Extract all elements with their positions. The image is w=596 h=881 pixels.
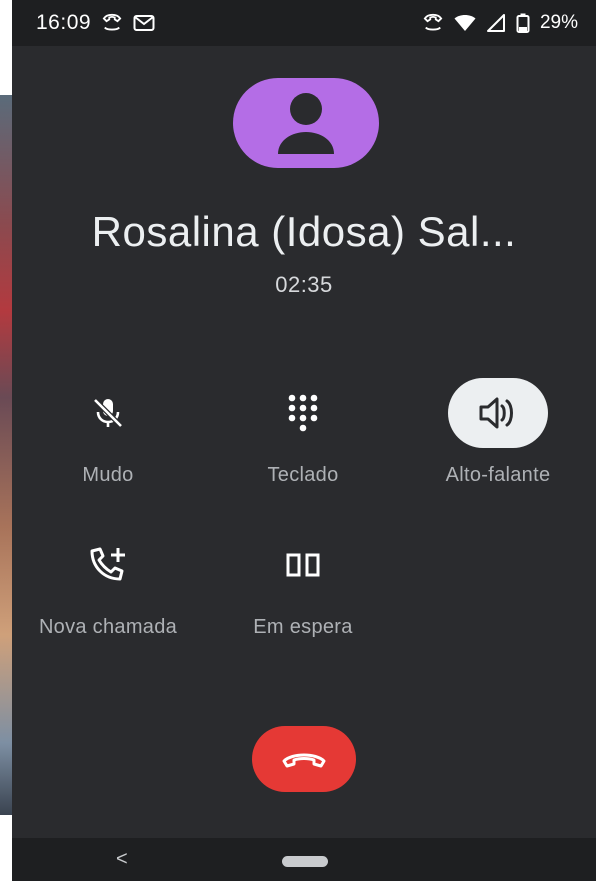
speaker-label: Alto-falante xyxy=(445,464,551,486)
ongoing-call-icon xyxy=(101,13,123,33)
speaker-icon-wrap xyxy=(448,378,548,448)
call-screen: 16:09 29% Rosalina (Idosa) Sal... 02:35 … xyxy=(12,0,596,881)
pause-icon xyxy=(286,553,320,577)
signal-icon xyxy=(486,14,506,32)
keypad-button[interactable]: Teclado xyxy=(213,378,393,487)
hold-label: Em espera xyxy=(253,616,353,638)
battery-percent: 29% xyxy=(539,12,578,33)
hold-icon-wrap xyxy=(253,530,353,600)
call-indicator-icon xyxy=(422,13,444,33)
keypad-icon-wrap xyxy=(253,378,353,448)
hang-up-icon xyxy=(282,753,326,768)
add-call-icon xyxy=(90,547,125,581)
status-right: 29% xyxy=(422,12,578,34)
add-call-button[interactable]: Nova chamada xyxy=(18,530,198,639)
add-call-icon-wrap xyxy=(58,530,158,600)
person-icon xyxy=(278,93,334,154)
end-call-button[interactable] xyxy=(252,726,356,792)
speaker-icon xyxy=(479,397,513,429)
home-button[interactable] xyxy=(282,856,328,867)
battery-icon xyxy=(516,13,530,33)
status-bar: 16:09 29% xyxy=(12,0,596,46)
wifi-icon xyxy=(454,14,476,32)
navigation-bar: < xyxy=(12,838,596,881)
background-app-edge xyxy=(0,95,12,815)
mute-icon-wrap xyxy=(58,378,158,448)
mute-button[interactable]: Mudo xyxy=(18,378,198,487)
mic-off-icon xyxy=(93,398,123,428)
keypad-label: Teclado xyxy=(267,464,339,486)
mute-label: Mudo xyxy=(82,464,134,486)
hold-button[interactable]: Em espera xyxy=(213,530,393,639)
call-timer: 02:35 xyxy=(275,272,333,297)
contact-avatar xyxy=(233,78,379,168)
back-button[interactable]: < xyxy=(116,848,128,871)
gmail-icon xyxy=(133,14,155,32)
speaker-button[interactable]: Alto-falante xyxy=(408,378,588,487)
status-time: 16:09 xyxy=(36,11,92,34)
contact-name: Rosalina (Idosa) Sal... xyxy=(91,208,517,255)
dialpad-icon xyxy=(288,394,318,432)
status-left: 16:09 xyxy=(36,11,155,35)
add-call-label: Nova chamada xyxy=(38,616,178,638)
